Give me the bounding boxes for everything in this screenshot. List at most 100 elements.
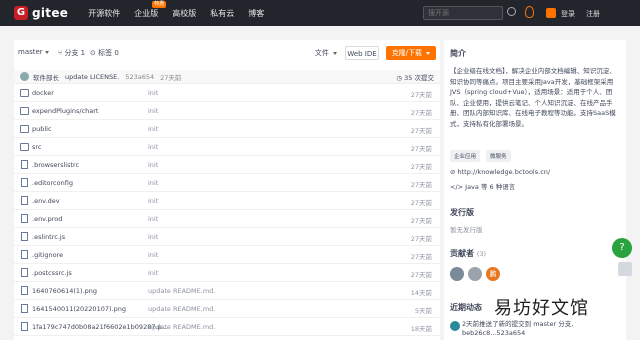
nav-link-university[interactable]: 高校版	[172, 8, 196, 19]
table-row[interactable]: docker init 27天前	[14, 84, 440, 102]
table-row[interactable]: public init 27天前	[14, 120, 440, 138]
file-commit-message[interactable]: init	[148, 161, 158, 169]
language-text: Java 等 6 种语言	[465, 183, 516, 191]
repo-toolbar: master ⑂ 分支 1 ⊙ 标签 0 文件 Web IDE 克隆/下载	[14, 40, 440, 70]
web-ide-button[interactable]: Web IDE	[345, 46, 379, 60]
table-row[interactable]: .editorconfig init 27天前	[14, 174, 440, 192]
file-time: 27天前	[410, 217, 432, 225]
branch-selector[interactable]: master	[18, 48, 49, 56]
file-time: 27天前	[410, 127, 432, 135]
table-row[interactable]: .eslintrc.js init 27天前	[14, 228, 440, 246]
lightbulb-icon[interactable]	[525, 6, 534, 18]
file-commit-message[interactable]: init	[148, 143, 158, 151]
avatar[interactable]: 鹏	[486, 267, 500, 281]
gitee-logo[interactable]: G gitee	[14, 6, 68, 20]
commit-hash[interactable]: 523a654	[125, 73, 154, 81]
file-table: 软件部长 update LICENSE. 523a654 27天前 ◷ 35 次…	[14, 70, 440, 336]
file-name[interactable]: .editorconfig	[32, 179, 73, 187]
scroll-float-button[interactable]	[618, 262, 632, 276]
file-time: 27天前	[410, 181, 432, 189]
file-dropdown-button[interactable]: 文件	[310, 46, 342, 60]
file-commit-message[interactable]: init	[148, 179, 158, 187]
file-name[interactable]: 1641540011(20220107).png	[32, 305, 126, 313]
activity-title: 近期动态	[450, 303, 482, 312]
nav-link-blog[interactable]: 博客	[248, 8, 264, 19]
file-commit-message[interactable]: init	[148, 89, 158, 97]
table-row[interactable]: .gitignore init 27天前	[14, 246, 440, 264]
avatar[interactable]	[20, 72, 29, 81]
file-time: 27天前	[410, 109, 432, 117]
table-row[interactable]: .postcssrc.js init 27天前	[14, 264, 440, 282]
search-input[interactable]	[423, 6, 503, 20]
avatar[interactable]	[450, 267, 464, 281]
file-name[interactable]: .gitignore	[32, 251, 63, 259]
file-name[interactable]: .env.dev	[32, 197, 60, 205]
file-name[interactable]: expendPlugins/chart	[32, 107, 98, 115]
nav-link-enterprise-label: 企业版	[134, 8, 159, 18]
file-commit-message[interactable]: init	[148, 251, 158, 259]
user-icon[interactable]	[546, 8, 556, 18]
table-row[interactable]: src init 27天前	[14, 138, 440, 156]
file-icon	[21, 304, 28, 313]
table-row[interactable]: .browserslistrc init 27天前	[14, 156, 440, 174]
commit-count-link[interactable]: ◷ 35 次提交	[396, 72, 434, 82]
file-commit-message[interactable]: init	[148, 215, 158, 223]
contributors-title[interactable]: 贡献者 (3)	[450, 248, 486, 259]
clone-button-label: 克隆/下载	[391, 49, 423, 57]
file-time: 27天前	[410, 163, 432, 171]
register-link[interactable]: 注册	[586, 9, 600, 19]
login-link[interactable]: 登录	[561, 9, 575, 19]
code-icon: </>	[450, 183, 466, 191]
file-icon	[21, 214, 28, 223]
table-row[interactable]: .env.dev init 27天前	[14, 192, 440, 210]
file-icon	[21, 286, 28, 295]
table-row[interactable]: .env.prod init 27天前	[14, 210, 440, 228]
link-icon: ⊘	[450, 168, 458, 176]
nav-link-enterprise[interactable]: 企业版 特惠	[134, 0, 167, 19]
branches-count: 分支 1	[64, 49, 86, 57]
topic-tag[interactable]: 微服务	[486, 150, 511, 162]
file-name[interactable]: .browserslistrc	[32, 161, 79, 169]
activity-text[interactable]: 2天前推送了新的提交到 master 分支, beb26c8...523a654	[462, 320, 620, 338]
homepage-link[interactable]: ⊘ http://knowledge.bctools.cn/	[450, 168, 550, 176]
table-row[interactable]: expendPlugins/chart init 27天前	[14, 102, 440, 120]
file-commit-message[interactable]: update README.md.	[148, 305, 215, 313]
file-name[interactable]: .eslintrc.js	[32, 233, 65, 241]
tags-link[interactable]: ⊙ 标签 0	[90, 48, 119, 58]
file-commit-message[interactable]: update README.md.	[148, 323, 215, 331]
release-empty: 暂无发行版	[450, 226, 483, 234]
file-name[interactable]: docker	[32, 89, 54, 97]
branches-link[interactable]: ⑂ 分支 1	[58, 48, 85, 58]
file-name[interactable]: .postcssrc.js	[32, 269, 72, 277]
nav-link-private-cloud[interactable]: 私有云	[210, 8, 234, 19]
avatar[interactable]	[468, 267, 482, 281]
contributors-label: 贡献者	[450, 249, 474, 258]
help-float-button[interactable]: ?	[612, 238, 632, 258]
table-row[interactable]: 1640760614(1).png update README.md. 14天前	[14, 282, 440, 300]
file-time: 14天前	[410, 289, 432, 297]
repo-description: 【企业级在线文档】，解决企业内部文档编辑、知识沉淀、知识协同等痛点。项目主要采用…	[450, 67, 616, 128]
file-name[interactable]: public	[32, 125, 52, 133]
file-commit-message[interactable]: init	[148, 107, 158, 115]
file-commit-message[interactable]: init	[148, 269, 158, 277]
topic-tag[interactable]: 企业应用	[450, 150, 481, 162]
file-time: 27天前	[410, 199, 432, 207]
language-info[interactable]: </> Java 等 6 种语言	[450, 181, 515, 191]
table-row[interactable]: 1fa179c747d0b08a21f6602e1b09287.p... upd…	[14, 318, 440, 336]
clone-download-button[interactable]: 克隆/下载	[386, 46, 436, 60]
file-name[interactable]: src	[32, 143, 42, 151]
file-name[interactable]: 1640760614(1).png	[32, 287, 97, 295]
file-time: 5天前	[414, 307, 432, 315]
commit-author[interactable]: 软件部长	[33, 72, 59, 82]
avatar[interactable]	[450, 321, 460, 331]
file-name[interactable]: .env.prod	[32, 215, 62, 223]
commit-message[interactable]: update LICENSE.	[65, 73, 119, 81]
nav-link-opensource[interactable]: 开源软件	[88, 8, 120, 19]
file-commit-message[interactable]: init	[148, 197, 158, 205]
file-commit-message[interactable]: update README.md.	[148, 287, 215, 295]
file-commit-message[interactable]: init	[148, 233, 158, 241]
file-commit-message[interactable]: init	[148, 125, 158, 133]
search-icon[interactable]	[507, 7, 516, 16]
gitee-logo-icon: G	[14, 6, 28, 20]
table-row[interactable]: 1641540011(20220107).png update README.m…	[14, 300, 440, 318]
